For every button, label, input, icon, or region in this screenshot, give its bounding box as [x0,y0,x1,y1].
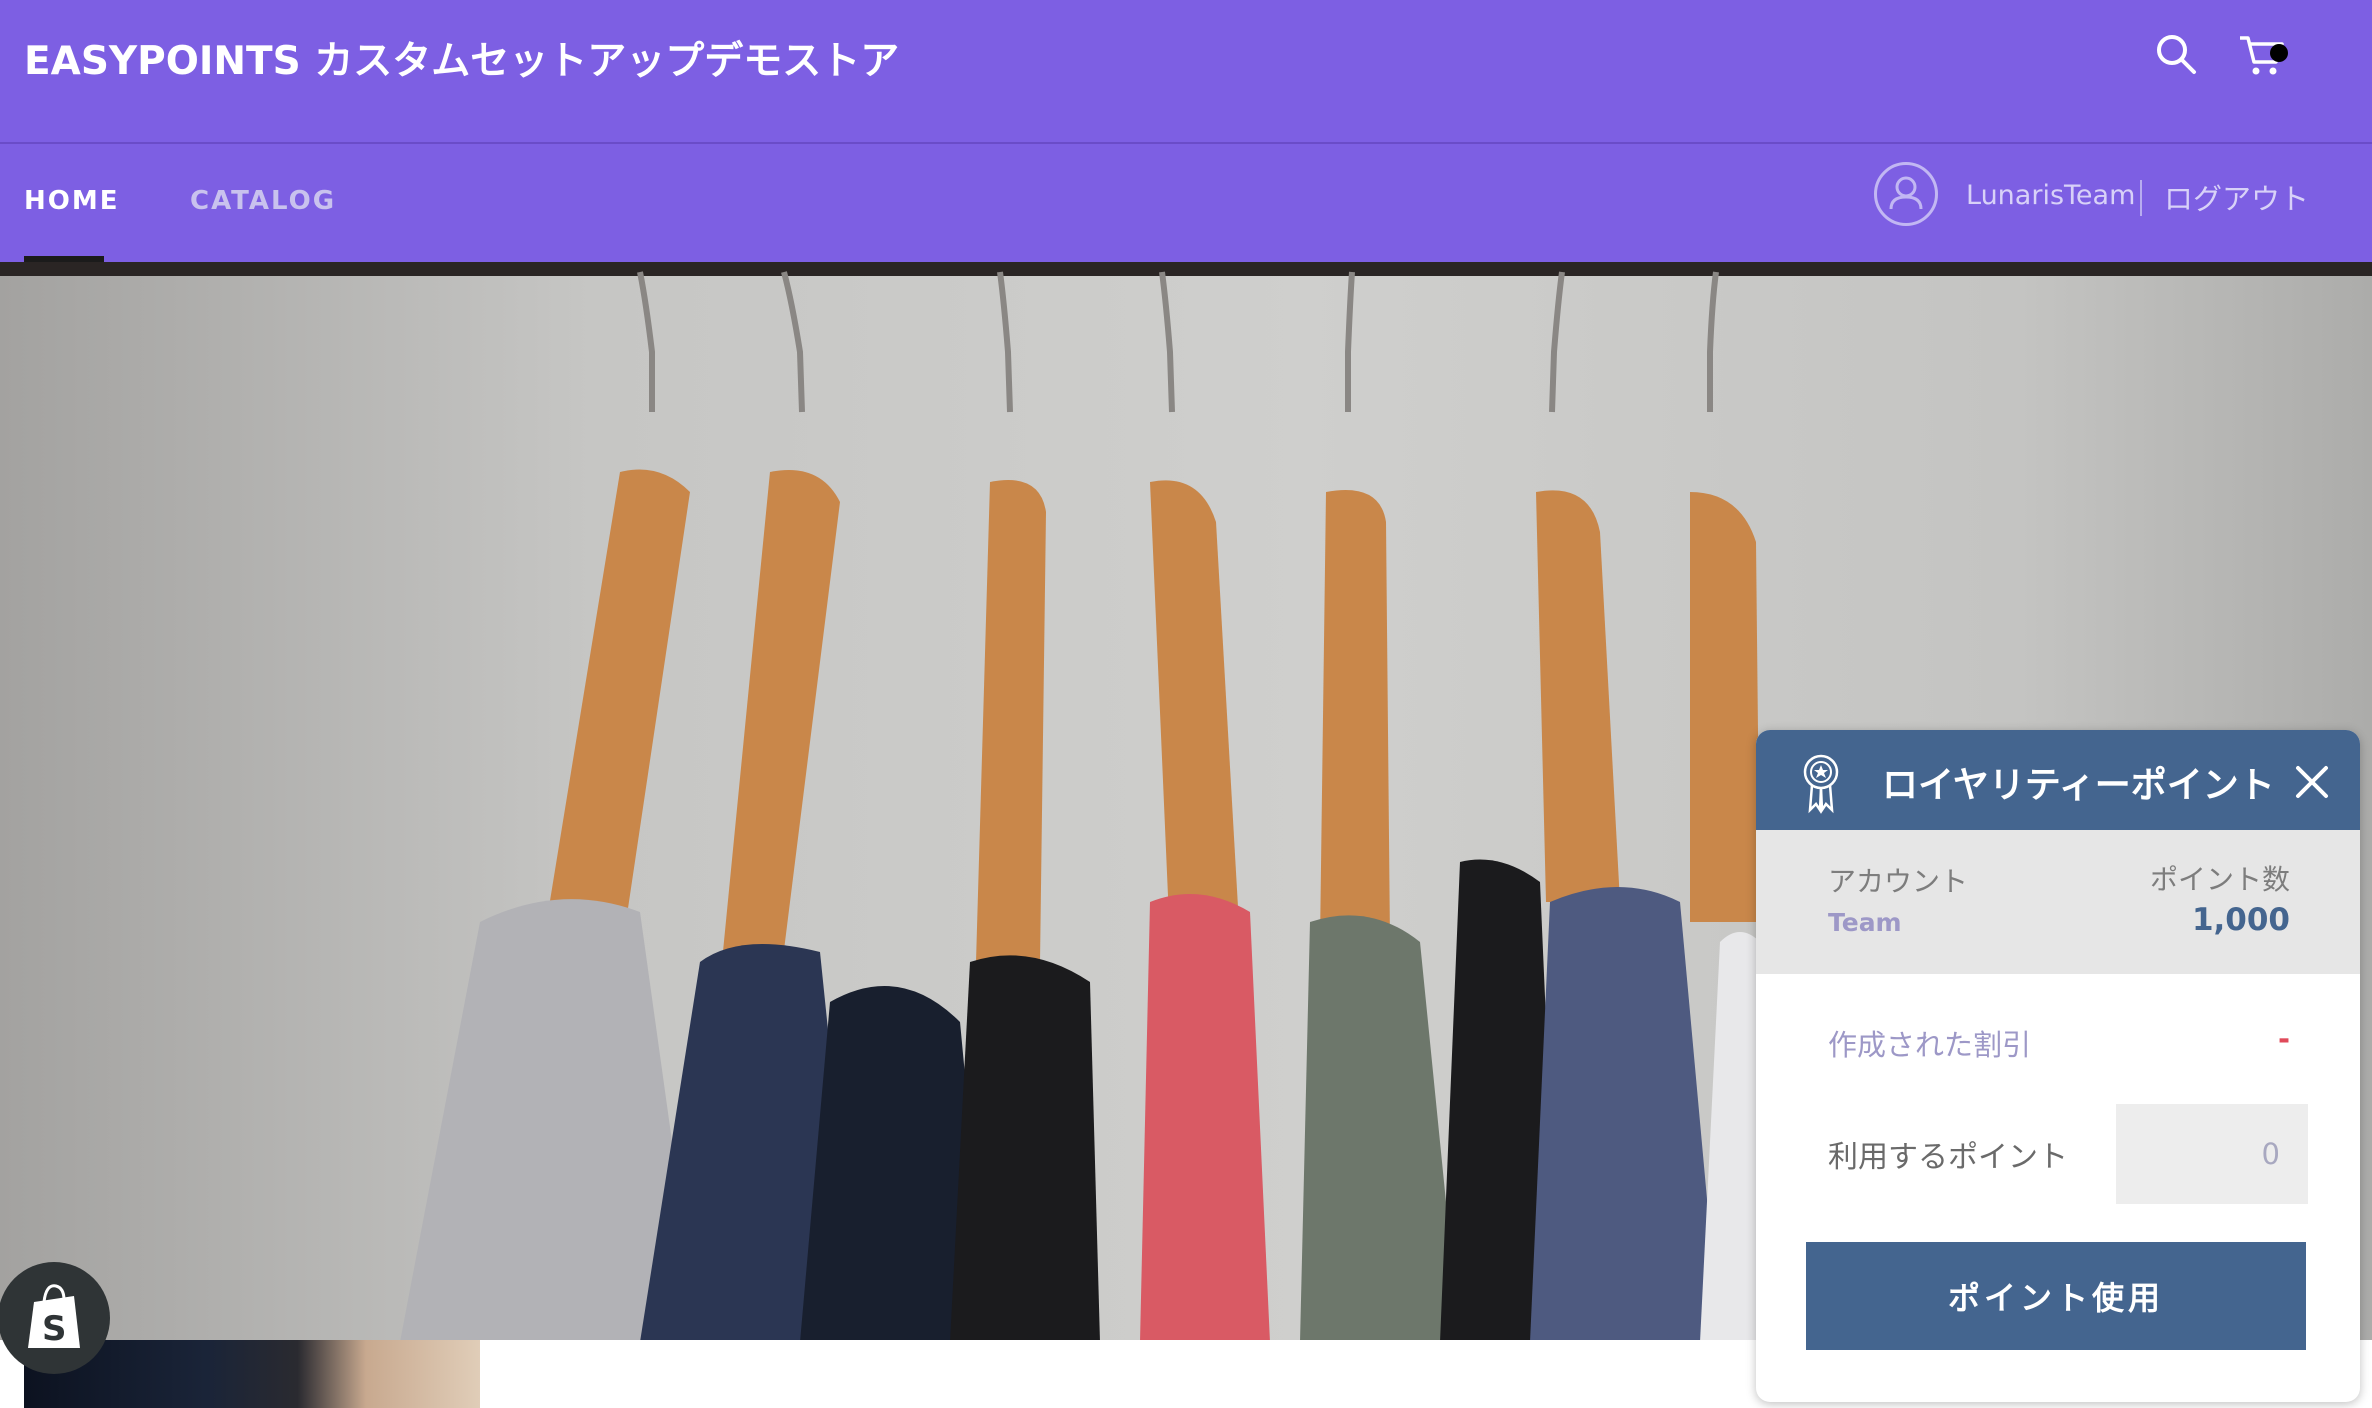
discount-label: 作成された割引 [1828,1028,2032,1062]
user-icon[interactable] [1874,162,1938,226]
store-title[interactable]: EASYPOINTS カスタムセットアップデモストア [24,30,899,86]
shopify-bag-icon[interactable]: S [0,1262,110,1374]
award-ribbon-icon [1798,752,1844,814]
account-name-link[interactable]: LunarisTeam [1966,180,2135,211]
logout-link[interactable]: ログアウト [2164,176,2309,218]
discount-value: - [2277,1022,2290,1056]
use-points-button[interactable]: ポイント使用 [1806,1242,2306,1350]
widget-header: ロイヤリティーポイント [1756,730,2360,830]
main-nav: HOME CATALOG LunarisTeam ログアウト [0,144,2372,262]
account-separator [2140,180,2142,216]
use-points-input[interactable] [2116,1104,2308,1204]
widget-title: ロイヤリティーポイント [1882,765,2275,806]
nav-home[interactable]: HOME [24,186,120,216]
cart-count-dot [2270,44,2288,62]
account-label: アカウント [1828,865,1969,898]
points-label: ポイント数 [2149,863,2290,896]
account-summary: アカウント Team ポイント数 1,000 [1756,830,2360,974]
points-value: 1,000 [2191,902,2290,938]
loyalty-points-widget: ロイヤリティーポイント アカウント Team ポイント数 1,000 作成された… [1756,730,2360,1402]
svg-text:S: S [42,1309,67,1349]
nav-catalog[interactable]: CATALOG [190,186,336,216]
top-header: EASYPOINTS カスタムセットアップデモストア [0,0,2372,142]
use-points-label: 利用するポイント [1828,1140,2068,1175]
search-icon[interactable] [2152,30,2202,80]
close-icon[interactable] [2292,762,2332,802]
account-user: Team [1828,908,1902,937]
